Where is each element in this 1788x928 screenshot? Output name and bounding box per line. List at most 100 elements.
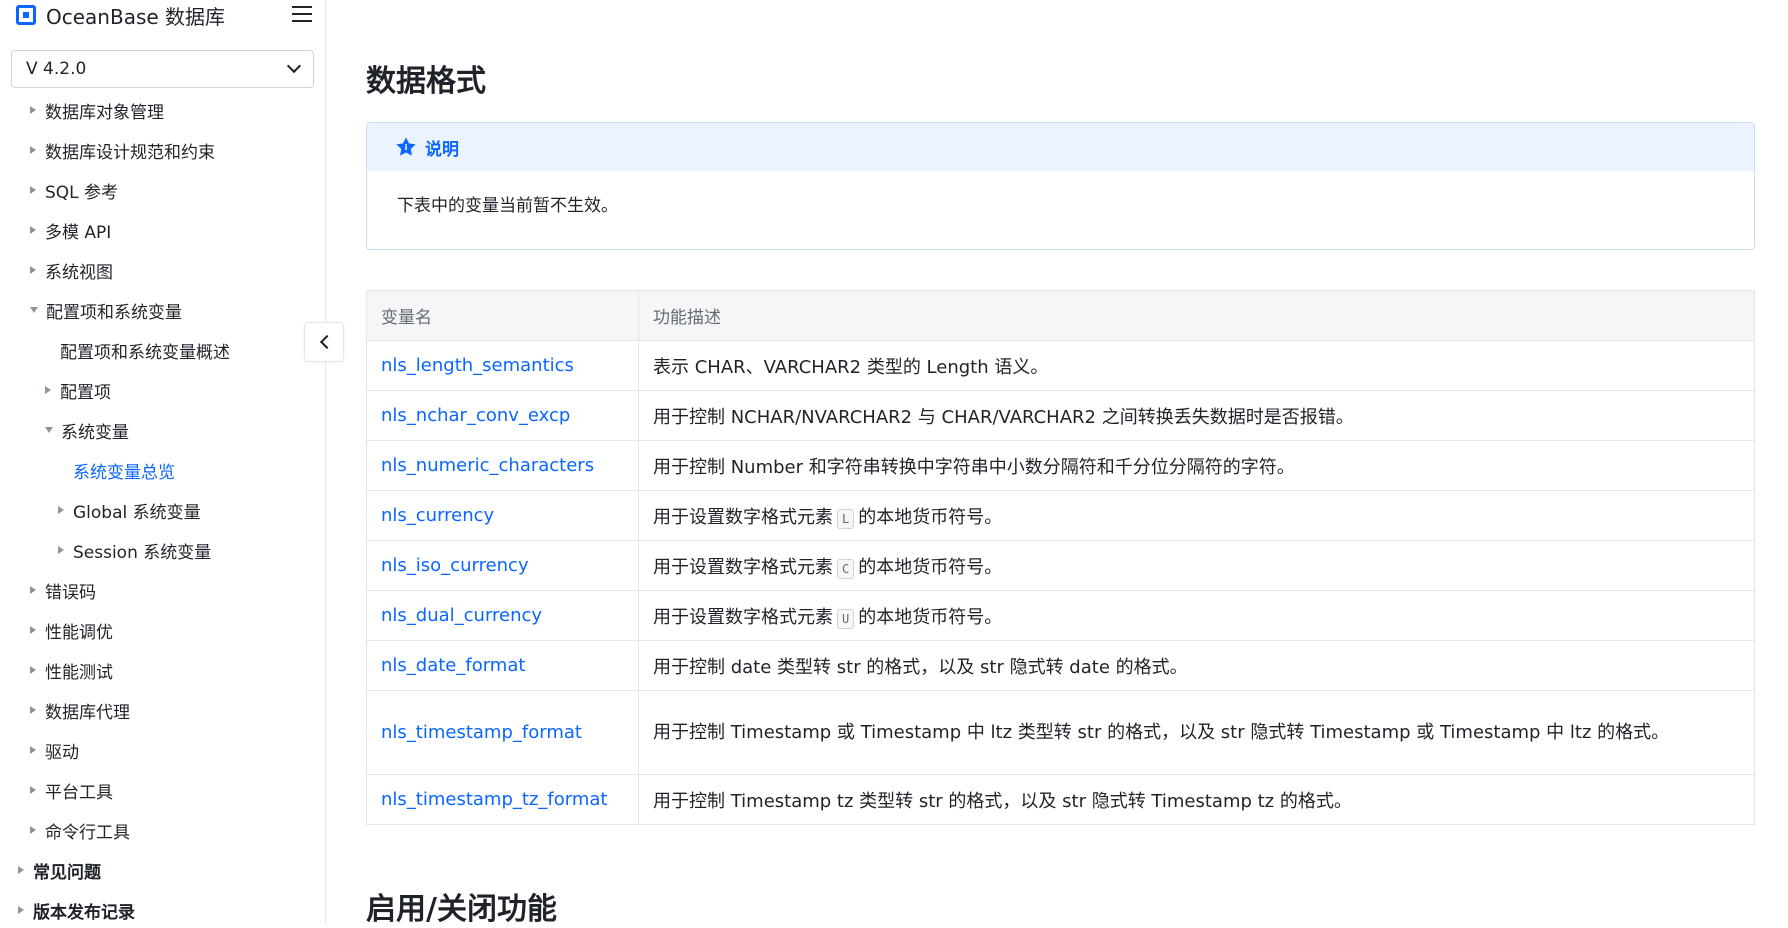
sidebar-item[interactable]: SQL 参考: [0, 170, 325, 210]
variable-link[interactable]: nls_currency: [381, 505, 494, 526]
caret-down-icon: [30, 307, 38, 313]
brand[interactable]: OceanBase 数据库: [16, 0, 225, 30]
sidebar-item-label: 平台工具: [45, 782, 113, 803]
sidebar-item[interactable]: 配置项和系统变量: [0, 290, 325, 330]
sidebar-item-label: 配置项: [60, 382, 111, 403]
table-row: nls_currency 用于设置数字格式元素 L 的本地货币符号。: [366, 490, 1755, 541]
chevron-left-icon: [319, 334, 334, 350]
description-cell: 表示 CHAR、VARCHAR2 类型的 Length 语义。: [638, 340, 1755, 391]
header-variable-name: 变量名: [366, 290, 639, 341]
variable-link[interactable]: nls_timestamp_tz_format: [381, 789, 607, 810]
description-text: 的本地货币符号。: [858, 506, 1003, 528]
hamburger-menu-icon[interactable]: [292, 6, 312, 22]
svg-text:i: i: [405, 142, 408, 152]
sidebar-item[interactable]: Global 系统变量: [0, 490, 325, 530]
sidebar-item-label: 系统视图: [45, 262, 113, 283]
caret-right-icon: [30, 106, 36, 114]
sidebar-item[interactable]: 平台工具: [0, 770, 325, 810]
sidebar-item[interactable]: 多模 API: [0, 210, 325, 250]
collapse-sidebar-button[interactable]: [304, 322, 344, 362]
table-row: nls_dual_currency 用于设置数字格式元素 U 的本地货币符号。: [366, 590, 1755, 641]
table-row: nls_date_format 用于控制 date 类型转 str 的格式，以及 …: [366, 640, 1755, 691]
sidebar-item-label: Session 系统变量: [73, 542, 212, 563]
sidebar-item-label: 系统变量总览: [73, 462, 175, 483]
oceanbase-logo-icon: [16, 5, 36, 25]
sidebar-item[interactable]: 数据库代理: [0, 690, 325, 730]
sidebar-item-label: 系统变量: [61, 422, 129, 443]
sidebar-item[interactable]: 常见问题: [0, 850, 325, 890]
caret-right-icon: [30, 586, 36, 594]
caret-right-icon: [30, 266, 36, 274]
description-cell: 用于控制 Timestamp 或 Timestamp 中 ltz 类型转 str…: [638, 690, 1755, 775]
sidebar-item[interactable]: 配置项: [0, 370, 325, 410]
sidebar-item[interactable]: 命令行工具: [0, 810, 325, 850]
inline-code: C: [837, 558, 855, 579]
sidebar-item[interactable]: 数据库设计规范和约束: [0, 130, 325, 170]
caret-right-icon: [30, 186, 36, 194]
sidebar-item[interactable]: 版本发布记录: [0, 890, 325, 923]
variable-link[interactable]: nls_iso_currency: [381, 555, 529, 576]
variable-name-cell: nls_currency: [366, 490, 639, 541]
description-text: 的本地货币符号。: [858, 606, 1003, 628]
description-text: 用于控制 NCHAR/NVARCHAR2 与 CHAR/VARCHAR2 之间转…: [653, 406, 1354, 428]
caret-right-icon: [30, 746, 36, 754]
sidebar-item[interactable]: 系统变量: [0, 410, 325, 450]
sidebar-item-label: 驱动: [45, 742, 79, 763]
sidebar-item[interactable]: 配置项和系统变量概述: [0, 330, 325, 370]
caret-right-icon: [58, 546, 64, 554]
inline-code: U: [837, 608, 855, 629]
sidebar: OceanBase 数据库 V 4.2.0 数据库对象管理 数据库设计规范和约束 S…: [0, 0, 326, 923]
table-row: nls_iso_currency 用于设置数字格式元素 C 的本地货币符号。: [366, 540, 1755, 591]
description-text: 用于控制 Timestamp tz 类型转 str 的格式，以及 str 隐式转…: [653, 790, 1352, 812]
description-cell: 用于设置数字格式元素 C 的本地货币符号。: [638, 540, 1755, 591]
page-title: 数据格式: [366, 64, 486, 99]
sidebar-item[interactable]: 数据库对象管理: [0, 90, 325, 130]
variable-link[interactable]: nls_nchar_conv_excp: [381, 405, 570, 426]
sidebar-item-label: 性能调优: [45, 622, 113, 643]
sidebar-item[interactable]: 驱动: [0, 730, 325, 770]
note-callout: i 说明 下表中的变量当前暂不生效。: [366, 122, 1755, 250]
sidebar-item[interactable]: 错误码: [0, 570, 325, 610]
variable-name-cell: nls_iso_currency: [366, 540, 639, 591]
note-body: 下表中的变量当前暂不生效。: [397, 196, 618, 216]
sidebar-item[interactable]: Session 系统变量: [0, 530, 325, 570]
description-cell: 用于设置数字格式元素 U 的本地货币符号。: [638, 590, 1755, 641]
sidebar-item-label: 性能测试: [45, 662, 113, 683]
version-select[interactable]: V 4.2.0: [11, 50, 314, 88]
caret-right-icon: [18, 866, 24, 874]
sidebar-item-label: 常见问题: [33, 862, 101, 883]
table-row: nls_timestamp_format 用于控制 Timestamp 或 Tim…: [366, 690, 1755, 775]
sidebar-item[interactable]: 性能测试: [0, 650, 325, 690]
description-text: 用于设置数字格式元素: [653, 556, 833, 578]
sidebar-item-label: 配置项和系统变量: [46, 302, 182, 323]
description-text: 用于控制 date 类型转 str 的格式，以及 str 隐式转 date 的格…: [653, 656, 1188, 678]
section-title-next: 启用/关闭功能: [366, 892, 557, 927]
table-row: nls_length_semantics 表示 CHAR、VARCHAR2 类型的…: [366, 340, 1755, 391]
variable-link[interactable]: nls_dual_currency: [381, 605, 542, 626]
variable-name-cell: nls_timestamp_format: [366, 690, 639, 775]
variable-name-cell: nls_nchar_conv_excp: [366, 390, 639, 441]
caret-right-icon: [58, 506, 64, 514]
table-row: nls_timestamp_tz_format 用于控制 Timestamp tz…: [366, 774, 1755, 825]
sidebar-item[interactable]: 性能调优: [0, 610, 325, 650]
variable-link[interactable]: nls_numeric_characters: [381, 455, 594, 476]
variables-table: 变量名 功能描述 nls_length_semantics 表示 CHAR、VAR…: [366, 290, 1755, 825]
variable-link[interactable]: nls_timestamp_format: [381, 722, 582, 743]
sidebar-item-label: 版本发布记录: [33, 902, 135, 923]
variable-link[interactable]: nls_date_format: [381, 655, 525, 676]
description-text: 表示 CHAR、VARCHAR2 类型的 Length 语义。: [653, 356, 1049, 378]
description-cell: 用于控制 Timestamp tz 类型转 str 的格式，以及 str 隐式转…: [638, 774, 1755, 825]
caret-right-icon: [30, 786, 36, 794]
inline-code: L: [837, 508, 855, 529]
description-text: 用于控制 Timestamp 或 Timestamp 中 ltz 类型转 str…: [653, 721, 1670, 743]
sidebar-item[interactable]: 系统视图: [0, 250, 325, 290]
description-cell: 用于设置数字格式元素 L 的本地货币符号。: [638, 490, 1755, 541]
variable-name-cell: nls_dual_currency: [366, 590, 639, 641]
caret-right-icon: [30, 826, 36, 834]
caret-down-icon: [45, 427, 53, 433]
caret-right-icon: [45, 386, 51, 394]
sidebar-item-label: SQL 参考: [45, 182, 119, 203]
sidebar-item[interactable]: 系统变量总览: [0, 450, 325, 490]
variable-link[interactable]: nls_length_semantics: [381, 355, 574, 376]
description-text: 用于控制 Number 和字符串转换中字符串中小数分隔符和千分位分隔符的字符。: [653, 456, 1295, 478]
